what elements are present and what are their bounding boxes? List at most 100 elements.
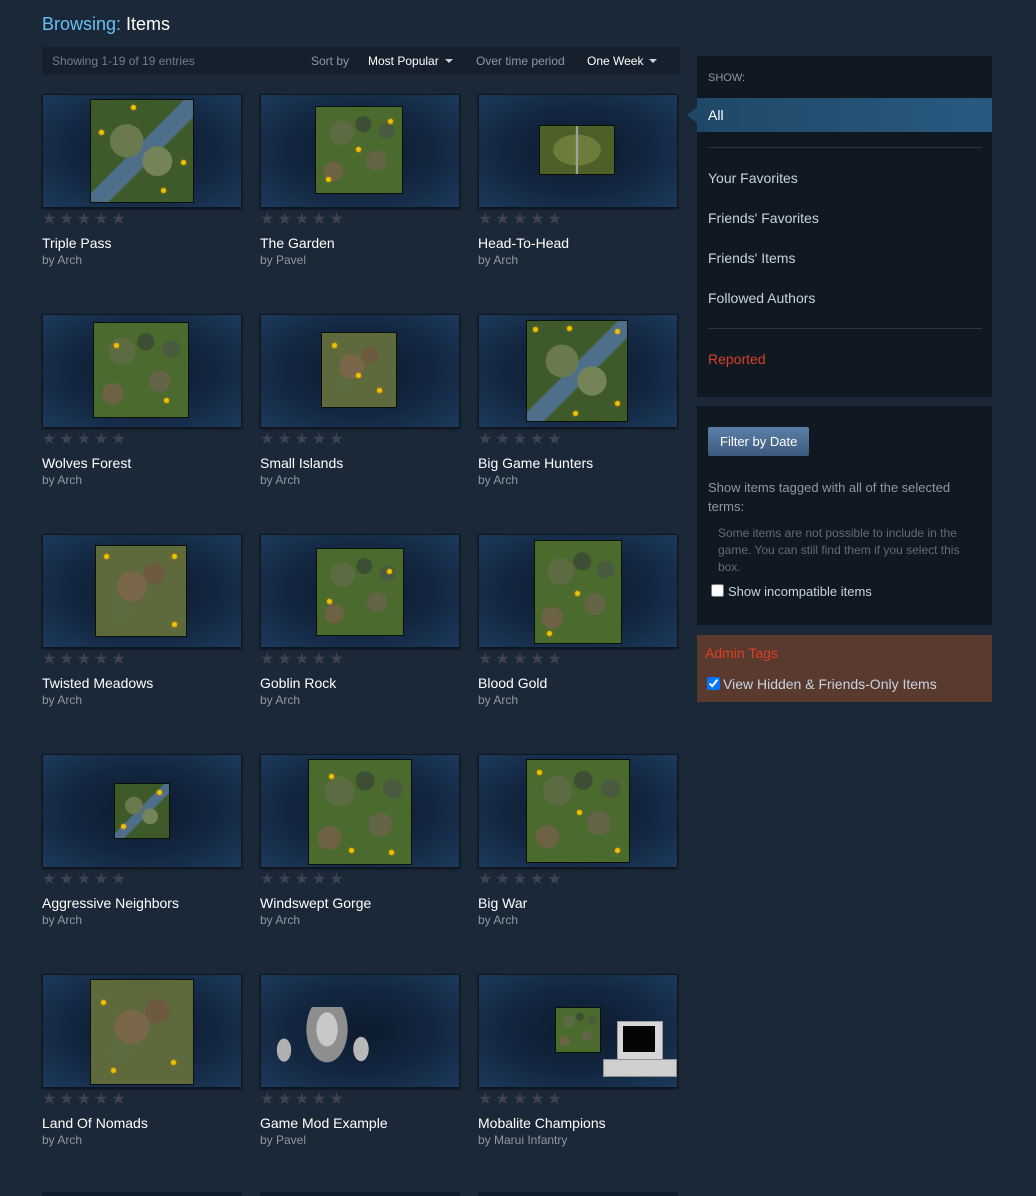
item-card[interactable]: ★★★★★ Big Game Hunters by Arch [478, 314, 678, 514]
item-thumbnail[interactable] [478, 754, 678, 868]
period-dropdown[interactable]: One Week [587, 47, 658, 75]
sort-bar: Showing 1-19 of 19 entries Sort by Most … [42, 47, 680, 75]
item-thumbnail[interactable] [260, 534, 460, 648]
creature-image [347, 1031, 375, 1071]
chevron-down-icon [649, 59, 658, 63]
divider [708, 328, 982, 329]
item-card[interactable]: ★★★★★ Triple Pass by Arch [42, 94, 242, 294]
item-thumbnail[interactable] [260, 974, 460, 1088]
item-author[interactable]: by Arch [42, 253, 82, 267]
show-all[interactable]: All [697, 98, 992, 132]
item-author[interactable]: by Arch [260, 913, 300, 927]
item-thumbnail[interactable] [42, 314, 242, 428]
item-card[interactable]: ★★★★★ Land Of Nomads by Arch [42, 974, 242, 1174]
item-title[interactable]: Mobalite Champions [478, 1115, 606, 1131]
map-preview-image [90, 99, 194, 203]
incompatible-note: Some items are not possible to include i… [718, 526, 960, 574]
view-hidden-option[interactable]: View Hidden & Friends-Only Items [707, 676, 937, 692]
show-your-favorites[interactable]: Your Favorites [708, 170, 798, 186]
item-title[interactable]: Big Game Hunters [478, 455, 593, 471]
item-thumbnail[interactable] [260, 754, 460, 868]
item-card[interactable]: ★★★★★ Wolves Forest by Arch [42, 314, 242, 514]
item-title[interactable]: Small Islands [260, 455, 343, 471]
item-author[interactable]: by Arch [42, 693, 82, 707]
map-preview-image [526, 759, 630, 863]
item-card[interactable]: ★★★★★ Windswept Gorge by Arch [260, 754, 460, 954]
item-thumbnail[interactable] [42, 974, 242, 1088]
show-reported[interactable]: Reported [708, 351, 766, 367]
item-title[interactable]: Windswept Gorge [260, 895, 371, 911]
item-thumbnail[interactable] [478, 534, 678, 648]
item-title[interactable]: Land Of Nomads [42, 1115, 148, 1131]
item-thumbnail[interactable] [478, 314, 678, 428]
rating-stars: ★★★★★ [478, 1091, 565, 1108]
item-thumbnail[interactable] [42, 534, 242, 648]
item-author[interactable]: by Arch [42, 913, 82, 927]
item-card[interactable]: ★★★★★ Aggressive Neighbors by Arch [42, 754, 242, 954]
item-card[interactable]: ★★★★★ Twisted Meadows by Arch [42, 534, 242, 734]
item-title[interactable]: The Garden [260, 235, 335, 251]
item-card[interactable]: ★★★★★ Game Mod Example by Pavel [260, 974, 460, 1174]
item-title[interactable]: Aggressive Neighbors [42, 895, 179, 911]
item-thumbnail[interactable] [478, 974, 678, 1088]
item-thumbnail[interactable] [42, 754, 242, 868]
item-card[interactable]: ★★★★★ Head-To-Head by Arch [478, 94, 678, 294]
item-card[interactable]: ★★★★★ Small Islands by Arch [260, 314, 460, 514]
item-thumbnail[interactable] [42, 94, 242, 208]
item-author[interactable]: by Arch [478, 473, 518, 487]
item-author[interactable]: by Pavel [260, 1133, 306, 1147]
item-author[interactable]: by Arch [260, 693, 300, 707]
rating-stars: ★★★★★ [42, 651, 129, 668]
item-card[interactable]: ★★★★★ Big War by Arch [478, 754, 678, 954]
item-author[interactable]: by Arch [42, 473, 82, 487]
item-card[interactable] [42, 1192, 242, 1196]
title-main: Items [126, 14, 171, 34]
sort-by-label: Sort by [311, 54, 350, 68]
computer-icon [617, 1021, 663, 1061]
show-friends-favorites[interactable]: Friends' Favorites [708, 210, 819, 226]
item-author[interactable]: by Arch [42, 1133, 82, 1147]
view-hidden-checkbox[interactable] [707, 677, 720, 690]
item-author[interactable]: by Marui Infantry [478, 1133, 567, 1147]
item-thumbnail[interactable] [260, 94, 460, 208]
item-card[interactable] [260, 1192, 460, 1196]
show-incompatible-checkbox[interactable] [711, 584, 724, 597]
sort-dropdown[interactable]: Most Popular [368, 47, 453, 75]
map-preview-image [93, 322, 189, 418]
item-title[interactable]: Wolves Forest [42, 455, 131, 471]
item-author[interactable]: by Arch [478, 693, 518, 707]
item-card[interactable]: ★★★★★ Goblin Rock by Arch [260, 534, 460, 734]
item-title[interactable]: Blood Gold [478, 675, 547, 691]
item-author[interactable]: by Pavel [260, 253, 306, 267]
item-title[interactable]: Head-To-Head [478, 235, 569, 251]
item-thumbnail[interactable] [260, 314, 460, 428]
map-preview-image [321, 332, 397, 408]
rating-stars: ★★★★★ [42, 431, 129, 448]
filter-by-date-button[interactable]: Filter by Date [708, 427, 810, 456]
entries-count: Showing 1-19 of 19 entries [52, 54, 195, 68]
item-card[interactable]: ★★★★★ Mobalite Champions by Marui Infant… [478, 974, 678, 1174]
item-author[interactable]: by Arch [260, 473, 300, 487]
keyboard-icon [603, 1059, 677, 1077]
rating-stars: ★★★★★ [260, 1091, 347, 1108]
incompatible-items-option[interactable]: Show incompatible items [711, 584, 872, 599]
title-prefix: Browsing: [42, 14, 122, 34]
item-thumbnail[interactable] [478, 94, 678, 208]
item-author[interactable]: by Arch [478, 913, 518, 927]
page-title: Browsing: Items [42, 14, 170, 35]
item-title[interactable]: Twisted Meadows [42, 675, 153, 691]
ogre-image [301, 1007, 353, 1071]
item-title[interactable]: Triple Pass [42, 235, 112, 251]
item-card[interactable]: ★★★★★ The Garden by Pavel [260, 94, 460, 294]
period-label: Over time period [476, 54, 565, 68]
item-card[interactable] [478, 1192, 678, 1196]
divider [708, 147, 982, 148]
item-title[interactable]: Game Mod Example [260, 1115, 388, 1131]
show-followed-authors[interactable]: Followed Authors [708, 290, 815, 306]
item-author[interactable]: by Arch [478, 253, 518, 267]
item-title[interactable]: Goblin Rock [260, 675, 336, 691]
show-friends-items[interactable]: Friends' Items [708, 250, 795, 266]
item-card[interactable]: ★★★★★ Blood Gold by Arch [478, 534, 678, 734]
item-title[interactable]: Big War [478, 895, 527, 911]
map-preview-image [315, 106, 403, 194]
